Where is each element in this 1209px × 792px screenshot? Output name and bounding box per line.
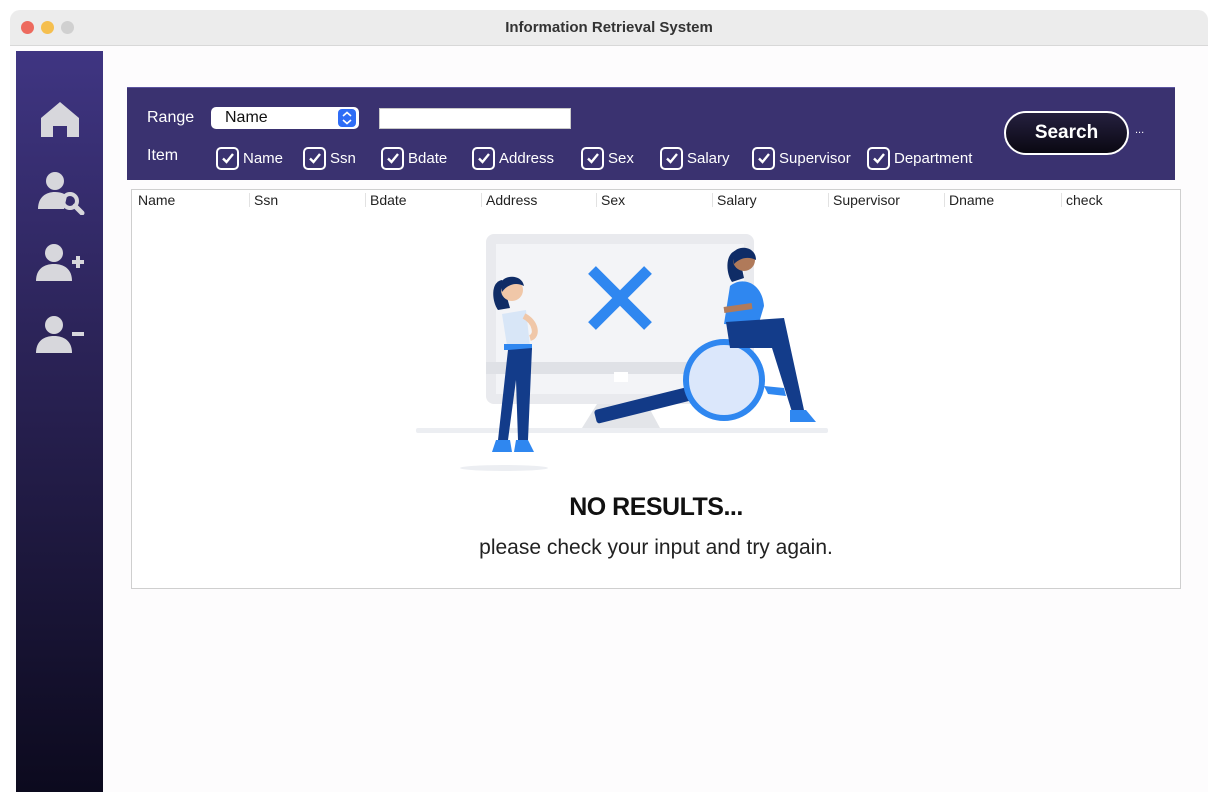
checkmark-icon xyxy=(660,146,683,170)
checkmark-icon xyxy=(867,146,890,170)
sidebar-item-search-user[interactable] xyxy=(34,167,86,216)
checkbox-label: Supervisor xyxy=(779,149,851,167)
checkbox-label: Bdate xyxy=(408,149,448,167)
title-bar: Information Retrieval System xyxy=(10,10,1208,46)
checkbox-sex[interactable]: Sex xyxy=(581,146,634,170)
no-results-title: NO RESULTS... xyxy=(569,493,743,521)
checkmark-icon xyxy=(472,146,495,170)
range-select-value: Name xyxy=(225,109,268,126)
sidebar xyxy=(16,51,103,792)
column-header-ssn[interactable]: Ssn xyxy=(249,193,278,207)
checkmark-icon xyxy=(752,146,775,170)
checkbox-ssn[interactable]: Ssn xyxy=(303,146,356,170)
checkbox-salary[interactable]: Salary xyxy=(660,146,730,170)
sidebar-item-add-user[interactable] xyxy=(34,239,86,287)
checkbox-label: Sex xyxy=(608,149,634,167)
search-input[interactable] xyxy=(379,108,571,129)
search-button[interactable]: Search xyxy=(1004,111,1129,155)
table-header: Name Ssn Bdate Address Sex Salary Superv… xyxy=(132,190,1180,210)
column-header-supervisor[interactable]: Supervisor xyxy=(828,193,900,207)
overflow-dots: ... xyxy=(1135,124,1145,136)
search-user-icon xyxy=(38,172,85,216)
checkbox-label: Name xyxy=(243,149,284,167)
home-icon xyxy=(41,102,79,137)
checkbox-name[interactable]: Name xyxy=(216,146,283,170)
column-header-check[interactable]: check xyxy=(1061,193,1103,207)
no-results-subtitle: please check your input and try again. xyxy=(479,536,833,559)
checkbox-label: Department xyxy=(894,149,973,167)
remove-user-icon xyxy=(36,316,84,353)
checkmark-icon xyxy=(581,146,604,170)
no-results-illustration xyxy=(416,234,828,471)
column-header-salary[interactable]: Salary xyxy=(712,193,757,207)
results-table: Name Ssn Bdate Address Sex Salary Superv… xyxy=(131,189,1181,589)
column-header-dname[interactable]: Dname xyxy=(944,193,994,207)
checkbox-supervisor[interactable]: Supervisor xyxy=(752,146,851,170)
add-user-icon xyxy=(36,244,84,281)
checkbox-address[interactable]: Address xyxy=(472,146,554,170)
column-header-name[interactable]: Name xyxy=(134,193,175,207)
checkmark-icon xyxy=(303,146,326,170)
app-window: Information Retrieval System Range Name … xyxy=(10,10,1208,792)
item-label: Item xyxy=(147,147,179,164)
window-title: Information Retrieval System xyxy=(505,19,713,36)
checkbox-bdate[interactable]: Bdate xyxy=(381,146,447,170)
checkbox-label: Ssn xyxy=(330,149,356,167)
column-header-address[interactable]: Address xyxy=(481,193,537,207)
checkbox-label: Address xyxy=(499,149,555,167)
checkbox-label: Salary xyxy=(687,149,730,167)
checkmark-icon xyxy=(216,146,239,170)
range-label: Range xyxy=(147,109,195,126)
range-select[interactable]: Name xyxy=(211,107,359,129)
search-toolbar: Range Name Item Name Ssn Bdate Address S xyxy=(127,87,1175,180)
up-down-arrows-icon xyxy=(338,109,356,127)
checkbox-department[interactable]: Department xyxy=(867,146,972,170)
column-header-bdate[interactable]: Bdate xyxy=(365,193,407,207)
sidebar-item-remove-user[interactable] xyxy=(34,311,86,359)
sidebar-item-home[interactable] xyxy=(34,96,86,144)
checkmark-icon xyxy=(381,146,404,170)
column-header-sex[interactable]: Sex xyxy=(596,193,625,207)
